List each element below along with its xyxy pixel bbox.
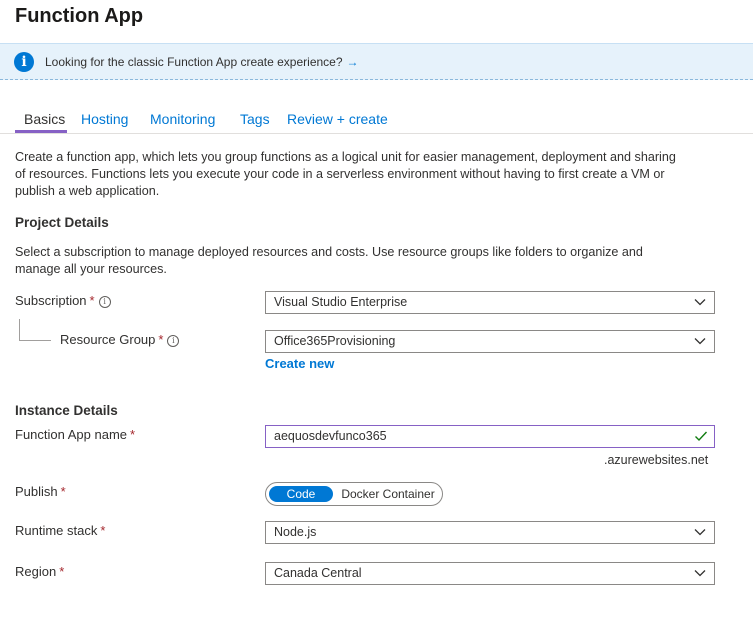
active-tab-indicator <box>15 130 67 133</box>
resource-group-value: Office365Provisioning <box>274 334 396 348</box>
function-app-name-label: Function App name * <box>15 427 135 442</box>
resource-group-label-text: Resource Group <box>60 332 156 347</box>
chevron-down-icon <box>694 299 706 306</box>
required-marker: * <box>60 484 66 499</box>
subscription-value: Visual Studio Enterprise <box>274 295 408 309</box>
info-icon: i <box>14 52 34 72</box>
resource-group-select[interactable]: Office365Provisioning <box>265 330 715 353</box>
intro-line: Create a function app, which lets you gr… <box>15 150 676 164</box>
arrow-right-icon[interactable]: → <box>347 55 359 69</box>
required-marker: * <box>130 427 136 442</box>
page-title: Function App <box>15 5 144 27</box>
checkmark-icon <box>695 431 708 442</box>
function-app-name-value[interactable]: aequosdevfunco365 <box>274 429 387 443</box>
tab-basics[interactable]: Basics <box>24 111 65 127</box>
subscription-label-text: Subscription <box>15 293 87 308</box>
region-label: Region * <box>15 564 64 579</box>
banner-label[interactable]: Looking for the classic Function App cre… <box>45 55 343 69</box>
tab-review-create[interactable]: Review + create <box>287 111 388 127</box>
instance-details-heading: Instance Details <box>15 403 118 418</box>
project-desc-line: Select a subscription to manage deployed… <box>15 245 643 259</box>
tab-tags[interactable]: Tags <box>240 111 270 127</box>
required-marker: * <box>100 523 106 538</box>
function-app-name-label-text: Function App name <box>15 427 128 442</box>
tab-bar: Basics Hosting Monitoring Tags Review + … <box>0 108 753 134</box>
publish-label-text: Publish <box>15 484 58 499</box>
info-circle-icon[interactable]: i <box>98 296 111 308</box>
intro-line: of resources. Functions lets you execute… <box>15 167 665 181</box>
tree-connector <box>19 340 51 341</box>
publish-option-code[interactable]: Code <box>269 486 333 502</box>
project-description: Select a subscription to manage deployed… <box>15 244 643 278</box>
publish-option-docker[interactable]: Docker Container <box>336 486 440 502</box>
intro-text: Create a function app, which lets you gr… <box>15 149 676 200</box>
region-value: Canada Central <box>274 566 362 580</box>
chevron-down-icon <box>694 570 706 577</box>
project-details-heading: Project Details <box>15 215 109 230</box>
runtime-stack-label: Runtime stack * <box>15 523 105 538</box>
function-app-name-input[interactable]: aequosdevfunco365 <box>265 425 715 448</box>
required-marker: * <box>89 293 95 308</box>
chevron-down-icon <box>694 529 706 536</box>
create-new-link[interactable]: Create new <box>265 356 334 371</box>
runtime-stack-label-text: Runtime stack <box>15 523 98 538</box>
info-circle-icon[interactable]: i <box>167 335 180 347</box>
required-marker: * <box>158 332 164 347</box>
tab-hosting[interactable]: Hosting <box>81 111 128 127</box>
classic-experience-banner[interactable]: i Looking for the classic Function App c… <box>0 43 753 80</box>
banner-text[interactable]: Looking for the classic Function App cre… <box>45 55 359 69</box>
runtime-stack-select[interactable]: Node.js <box>265 521 715 544</box>
required-marker: * <box>59 564 65 579</box>
intro-line: publish a web application. <box>15 184 160 198</box>
resource-group-label: Resource Group * i <box>60 332 180 347</box>
subscription-label: Subscription * i <box>15 293 111 308</box>
publish-toggle[interactable]: Code Docker Container <box>265 482 443 506</box>
chevron-down-icon <box>694 338 706 345</box>
publish-label: Publish * <box>15 484 66 499</box>
region-select[interactable]: Canada Central <box>265 562 715 585</box>
domain-suffix: .azurewebsites.net <box>604 453 709 467</box>
project-desc-line: manage all your resources. <box>15 262 167 276</box>
tab-monitoring[interactable]: Monitoring <box>150 111 215 127</box>
region-label-text: Region <box>15 564 57 579</box>
runtime-stack-value: Node.js <box>274 525 317 539</box>
tree-connector <box>19 319 20 340</box>
subscription-select[interactable]: Visual Studio Enterprise <box>265 291 715 314</box>
